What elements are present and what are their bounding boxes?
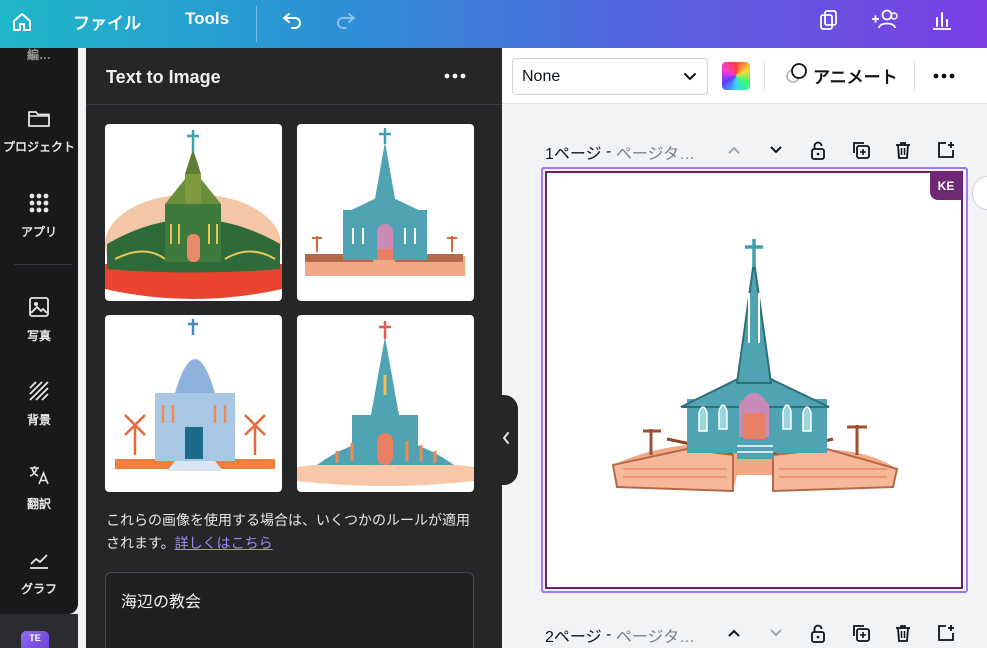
sidebar-item-label: プロジェクト — [2, 140, 75, 154]
add-page-icon[interactable] — [934, 621, 958, 645]
more-options-icon[interactable] — [930, 62, 958, 90]
more-options-icon[interactable] — [441, 62, 469, 90]
animate-icon — [785, 62, 809, 89]
duplicate-page-icon[interactable] — [849, 621, 873, 645]
toolbar-divider — [914, 60, 915, 92]
lock-icon[interactable] — [806, 621, 830, 645]
sidebar-item-label: 背景 — [26, 413, 51, 427]
page-1-canvas[interactable] — [545, 171, 963, 589]
sidebar-item-backgrounds[interactable]: 背景 — [0, 379, 78, 428]
sidebar-item-photos[interactable]: 写真 — [0, 295, 78, 344]
font-select[interactable]: None — [512, 58, 708, 95]
page-1-header: 1ページ - ページタ… — [545, 140, 695, 164]
chevron-down-icon[interactable] — [764, 138, 788, 162]
left-rail: 編… プロジェクト アプリ 写真 背景 翻訳 グラフ — [0, 48, 78, 614]
top-bar: ファイル Tools — [0, 0, 987, 48]
usage-rules-note: これらの画像を使用する場合は、いくつかのルールが適用されます。詳しくはこちら — [106, 509, 476, 555]
prompt-input[interactable]: 海辺の教会 — [105, 572, 474, 648]
sidebar-item-translate[interactable]: 翻訳 — [0, 463, 78, 512]
chevron-down-icon — [683, 69, 697, 88]
collapse-panel-button[interactable] — [494, 395, 518, 485]
page-title-separator: - — [601, 626, 616, 643]
home-icon[interactable] — [8, 8, 36, 36]
generated-image-2[interactable] — [297, 124, 474, 301]
sidebar-item-projects[interactable]: プロジェクト — [0, 106, 78, 155]
photo-icon — [27, 295, 51, 324]
add-page-icon[interactable] — [934, 138, 958, 162]
undo-icon[interactable] — [278, 6, 306, 34]
background-icon — [27, 379, 51, 408]
church-illustration[interactable] — [547, 173, 961, 587]
translate-icon — [27, 463, 51, 492]
insights-icon[interactable] — [928, 6, 956, 34]
chevron-up-icon[interactable] — [722, 138, 746, 162]
page-title-separator: - — [601, 143, 616, 160]
chevron-left-icon — [501, 431, 511, 450]
editor-toolbar: None アニメート — [502, 48, 987, 104]
page-2-title-input[interactable]: ページタ… — [616, 623, 695, 647]
sidebar-item-charts[interactable]: グラフ — [0, 548, 78, 597]
sidebar-item-label: 翻訳 — [26, 497, 51, 511]
generated-image-1[interactable] — [105, 124, 282, 301]
text-to-image-panel: Text to Image これらの画像を使用する場合は、いくつかのルールが適用… — [86, 48, 502, 648]
learn-more-link[interactable]: 詳しくはこちら — [175, 535, 273, 551]
file-menu[interactable]: ファイル — [73, 9, 141, 34]
toolbar-divider — [764, 60, 765, 92]
animate-label: アニメート — [813, 68, 898, 87]
tools-menu[interactable]: Tools — [185, 9, 229, 29]
lock-icon[interactable] — [806, 138, 830, 162]
apps-grid-icon — [27, 191, 51, 220]
usage-rules-text: これらの画像を使用する場合は、いくつかのルールが適用されます。 — [106, 512, 470, 551]
font-select-value: None — [522, 67, 561, 85]
collaborator-avatar-badge[interactable]: KE — [930, 172, 962, 200]
page-2-number: 2ページ — [545, 629, 602, 646]
pages-icon[interactable] — [815, 6, 843, 34]
delete-page-icon[interactable] — [891, 138, 915, 162]
redo-icon[interactable] — [332, 6, 360, 34]
rail-item-label: 編… — [26, 48, 51, 62]
panel-title: Text to Image — [106, 67, 221, 87]
text-to-image-app-icon[interactable]: TE — [21, 631, 49, 648]
chevron-down-icon[interactable] — [764, 621, 788, 645]
duplicate-page-icon[interactable] — [849, 138, 873, 162]
generated-image-4[interactable] — [297, 315, 474, 492]
chevron-up-icon[interactable] — [722, 621, 746, 645]
page-1-number: 1ページ — [545, 146, 602, 163]
rail-divider — [14, 264, 72, 265]
add-people-icon[interactable] — [868, 5, 902, 33]
animate-button[interactable]: アニメート — [785, 62, 898, 89]
folder-icon — [26, 106, 52, 135]
chart-icon — [27, 548, 51, 577]
sidebar-item-label: 写真 — [26, 329, 51, 343]
sidebar-item-label: グラフ — [20, 582, 57, 596]
sidebar-item-apps[interactable]: アプリ — [0, 191, 78, 240]
generated-image-3[interactable] — [105, 315, 282, 492]
color-picker-swatch[interactable] — [722, 62, 750, 90]
panel-divider — [86, 104, 502, 105]
page-1-title-input[interactable]: ページタ… — [616, 140, 695, 164]
refresh-button[interactable] — [972, 176, 987, 210]
page-2-header: 2ページ - ページタ… — [545, 623, 695, 647]
topbar-divider — [256, 6, 257, 42]
rail-item-partial[interactable]: 編… — [0, 46, 78, 63]
delete-page-icon[interactable] — [891, 621, 915, 645]
sidebar-item-label: アプリ — [20, 225, 57, 239]
